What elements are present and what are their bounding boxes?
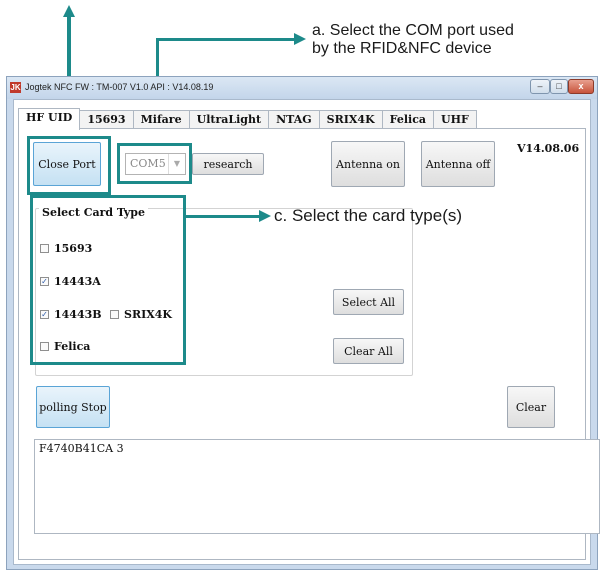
tab-strip: HF UID 15693 Mifare UltraLight NTAG SRIX… xyxy=(18,108,477,130)
app-icon: JK xyxy=(10,82,21,93)
card-type-callout-line xyxy=(185,215,261,218)
clear-output-button[interactable]: Clear xyxy=(507,386,555,428)
card-type-note: c. Select the card type(s) xyxy=(274,206,463,225)
output-textbox[interactable]: F4740B41CA 3 xyxy=(34,439,600,534)
window-title: Jogtek NFC FW : TM-007 V1.0 API : V14.08… xyxy=(25,82,214,92)
polling-stop-button[interactable]: polling Stop xyxy=(36,386,110,428)
clear-all-button[interactable]: Clear All xyxy=(333,338,404,364)
antenna-off-button[interactable]: Antenna off xyxy=(421,141,495,187)
tab-felica[interactable]: Felica xyxy=(381,110,435,128)
card-type-callout-arrow-icon xyxy=(259,210,271,222)
maximize-button[interactable]: □ xyxy=(550,79,568,94)
card-type-highlight xyxy=(30,195,186,365)
title-bar: JK Jogtek NFC FW : TM-007 V1.0 API : V14… xyxy=(7,77,597,99)
tab-hf-uid[interactable]: HF UID xyxy=(18,108,81,130)
tab-ntag[interactable]: NTAG xyxy=(268,110,320,128)
antenna-on-button[interactable]: Antenna on xyxy=(331,141,405,187)
com-port-highlight xyxy=(117,143,192,184)
close-port-highlight xyxy=(27,136,111,195)
com-port-note: a. Select the COM port used by the RFID&… xyxy=(312,22,514,57)
select-all-button[interactable]: Select All xyxy=(333,289,404,315)
tab-mifare[interactable]: Mifare xyxy=(132,110,190,128)
com-callout-arrow-icon xyxy=(294,33,306,45)
version-label: V14.08.06 xyxy=(517,142,580,155)
tab-srix4k[interactable]: SRIX4K xyxy=(318,110,383,128)
minimize-button[interactable]: – xyxy=(530,79,550,94)
com-callout-horizontal xyxy=(156,38,296,41)
close-window-button[interactable]: x xyxy=(568,79,594,94)
tab-uhf[interactable]: UHF xyxy=(433,110,477,128)
tab-ultralight[interactable]: UltraLight xyxy=(188,110,270,128)
tab-15693[interactable]: 15693 xyxy=(79,110,134,128)
research-button[interactable]: research xyxy=(192,153,264,175)
